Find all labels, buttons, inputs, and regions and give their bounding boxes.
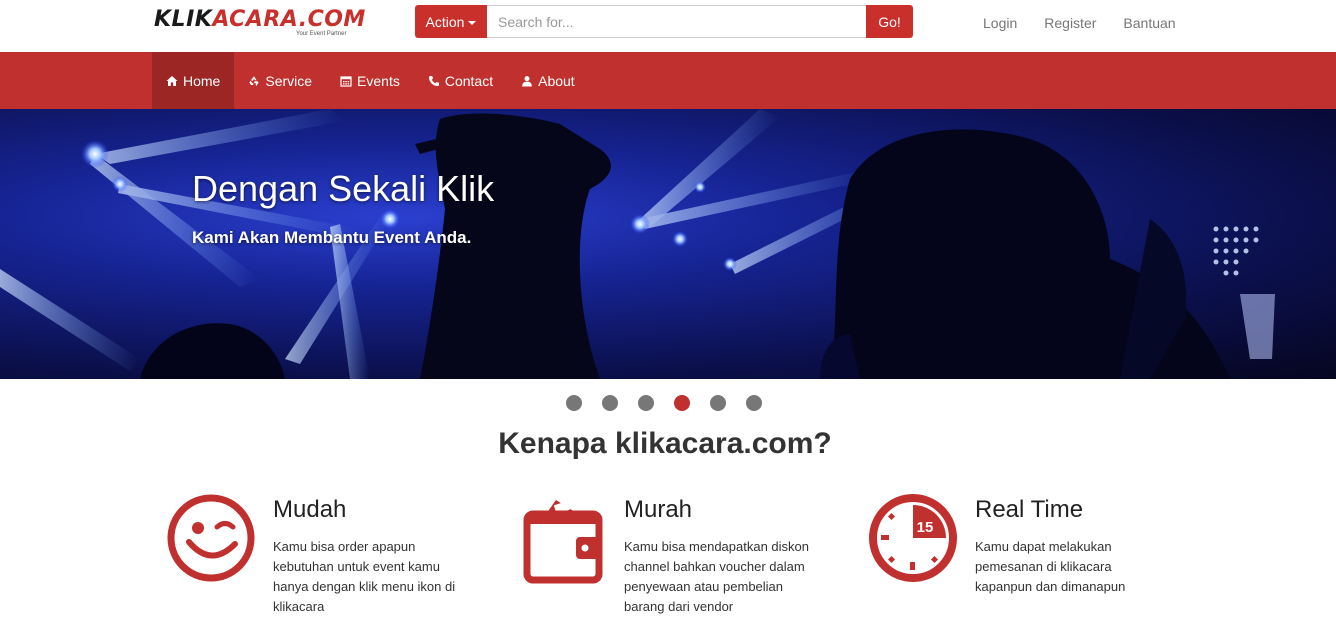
hero-subtitle: Kami Akan Membantu Event Anda. [192, 228, 472, 247]
carousel-indicator[interactable] [638, 395, 654, 411]
action-dropdown-button[interactable]: Action [415, 5, 487, 38]
feature-description: Kamu bisa mendapatkan diskon channel bah… [624, 539, 810, 614]
hero-title: Dengan Sekali Klik [192, 168, 495, 209]
search-group: Action Go! [415, 5, 913, 38]
caret-down-icon [468, 20, 477, 25]
nav-item-label: Service [265, 72, 313, 89]
bantuan-link[interactable]: Bantuan [1123, 14, 1175, 32]
carousel-indicator[interactable] [566, 395, 582, 411]
carousel-indicator[interactable] [746, 395, 762, 411]
wallet-icon [523, 500, 603, 584]
carousel-indicator[interactable] [602, 395, 618, 411]
nav-item-label: Events [357, 72, 400, 89]
nav-item-about[interactable]: About [507, 52, 589, 109]
clock-15-icon: 15 [869, 494, 957, 582]
nav-item-events[interactable]: Events [326, 52, 414, 109]
site-logo[interactable]: KLIKACARA.COM Your Event Partner [154, 7, 366, 37]
user-icon [522, 75, 532, 86]
smiley-wink-icon [167, 494, 255, 582]
nav-item-home[interactable]: Home [152, 52, 235, 109]
register-link[interactable]: Register [1044, 14, 1096, 32]
hero-carousel-slide[interactable]: Dengan Sekali Klik Kami Akan Membantu Ev… [0, 109, 1336, 379]
search-go-button[interactable]: Go! [866, 5, 913, 38]
nav-item-label: About [538, 72, 575, 89]
feature-description: Kamu dapat melakukan pemesanan di klikac… [975, 539, 1126, 594]
logo-text: KLIKACARA.COM [154, 7, 366, 32]
carousel-indicator[interactable] [710, 395, 726, 411]
phone-icon [428, 75, 439, 86]
section-title: Kenapa klikacara.com? [498, 427, 832, 460]
login-link[interactable]: Login [983, 14, 1017, 32]
feature-title: Murah [624, 496, 693, 523]
recycle-icon [249, 75, 259, 86]
nav-item-label: Contact [444, 72, 494, 89]
carousel-indicators [566, 395, 762, 411]
top-links: Login Register Bantuan [983, 14, 1203, 32]
nav-item-contact[interactable]: Contact [414, 52, 507, 109]
home-icon [166, 75, 178, 86]
feature-description: Kamu bisa order apapun kebutuhan untuk e… [273, 539, 456, 614]
main-navbar: Home Service Events Contact About [0, 52, 1336, 109]
search-input[interactable] [487, 5, 866, 38]
carousel-indicator-active[interactable] [674, 395, 690, 411]
nav-item-label: Home [183, 72, 221, 89]
top-bar: KLIKACARA.COM Your Event Partner Action … [0, 0, 1336, 52]
feature-title: Real Time [975, 496, 1084, 523]
nav-item-service[interactable]: Service [234, 52, 326, 109]
action-label: Action [425, 13, 465, 30]
logo-tagline: Your Event Partner [296, 31, 347, 37]
calendar-icon [340, 75, 352, 87]
feature-title: Mudah [273, 496, 347, 523]
svg-text:15: 15 [917, 519, 934, 536]
